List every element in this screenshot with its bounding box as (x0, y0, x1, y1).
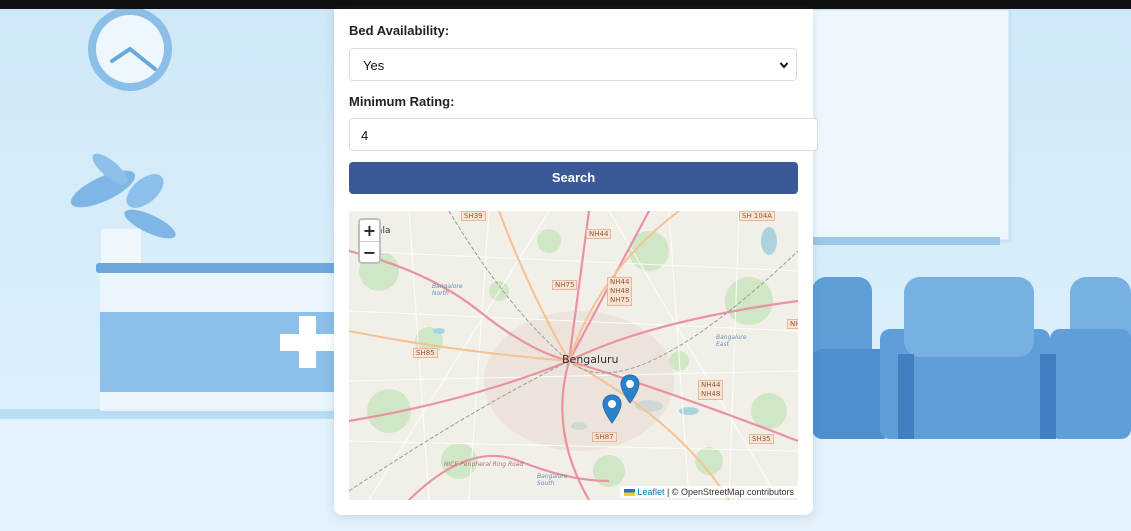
road-label: NH44 NH48 NH75 (607, 277, 633, 306)
leaflet-link[interactable]: Leaflet (637, 487, 664, 497)
road-label: SH 104A (739, 211, 776, 221)
road-label: SH85 (413, 348, 438, 358)
search-button[interactable]: Search (349, 162, 798, 194)
bed-availability-label: Bed Availability: (349, 23, 450, 38)
minimum-rating-value: 4 (361, 128, 369, 143)
road-label: NICE Peripheral Ring Road (444, 461, 524, 468)
chevron-down-icon (779, 62, 789, 69)
area-label: Bangalore East (716, 334, 747, 348)
top-bar (0, 0, 1131, 9)
plant-icon (70, 153, 176, 267)
map-marker-icon[interactable] (602, 394, 622, 424)
ukraine-flag-icon (624, 489, 636, 496)
road-label: NH75 (552, 280, 578, 290)
road-label: NH44 NH48 (698, 380, 724, 400)
zoom-out-button[interactable]: − (360, 242, 379, 263)
bed-availability-value: Yes (363, 58, 385, 73)
road-label: NH4 (787, 319, 798, 329)
clock-icon (88, 9, 172, 91)
road-label: SH87 (592, 432, 617, 442)
map-zoom-control: + − (358, 218, 381, 264)
minimum-rating-label: Minimum Rating: (349, 94, 455, 109)
waiting-chairs (812, 277, 1131, 439)
road-label: SH39 (461, 211, 486, 221)
map-attribution: Leaflet | © OpenStreetMap contributors (620, 486, 798, 498)
city-label: Bengaluru (562, 353, 619, 366)
area-label: Bangalore South (537, 473, 568, 487)
map-marker-icon[interactable] (620, 374, 640, 404)
minimum-rating-input[interactable]: 4 (349, 118, 818, 151)
road-label: NH44 (586, 229, 612, 239)
area-label: Bangalore North (432, 283, 463, 297)
map-view[interactable]: SH39 NH44 SH 104A NH75 NH44 NH48 NH75 SH85… (349, 211, 798, 500)
bed-availability-select[interactable]: Yes (349, 48, 797, 81)
zoom-in-button[interactable]: + (360, 220, 379, 242)
road-label: SH35 (749, 434, 774, 444)
osm-attribution-text: | © OpenStreetMap contributors (666, 487, 794, 497)
